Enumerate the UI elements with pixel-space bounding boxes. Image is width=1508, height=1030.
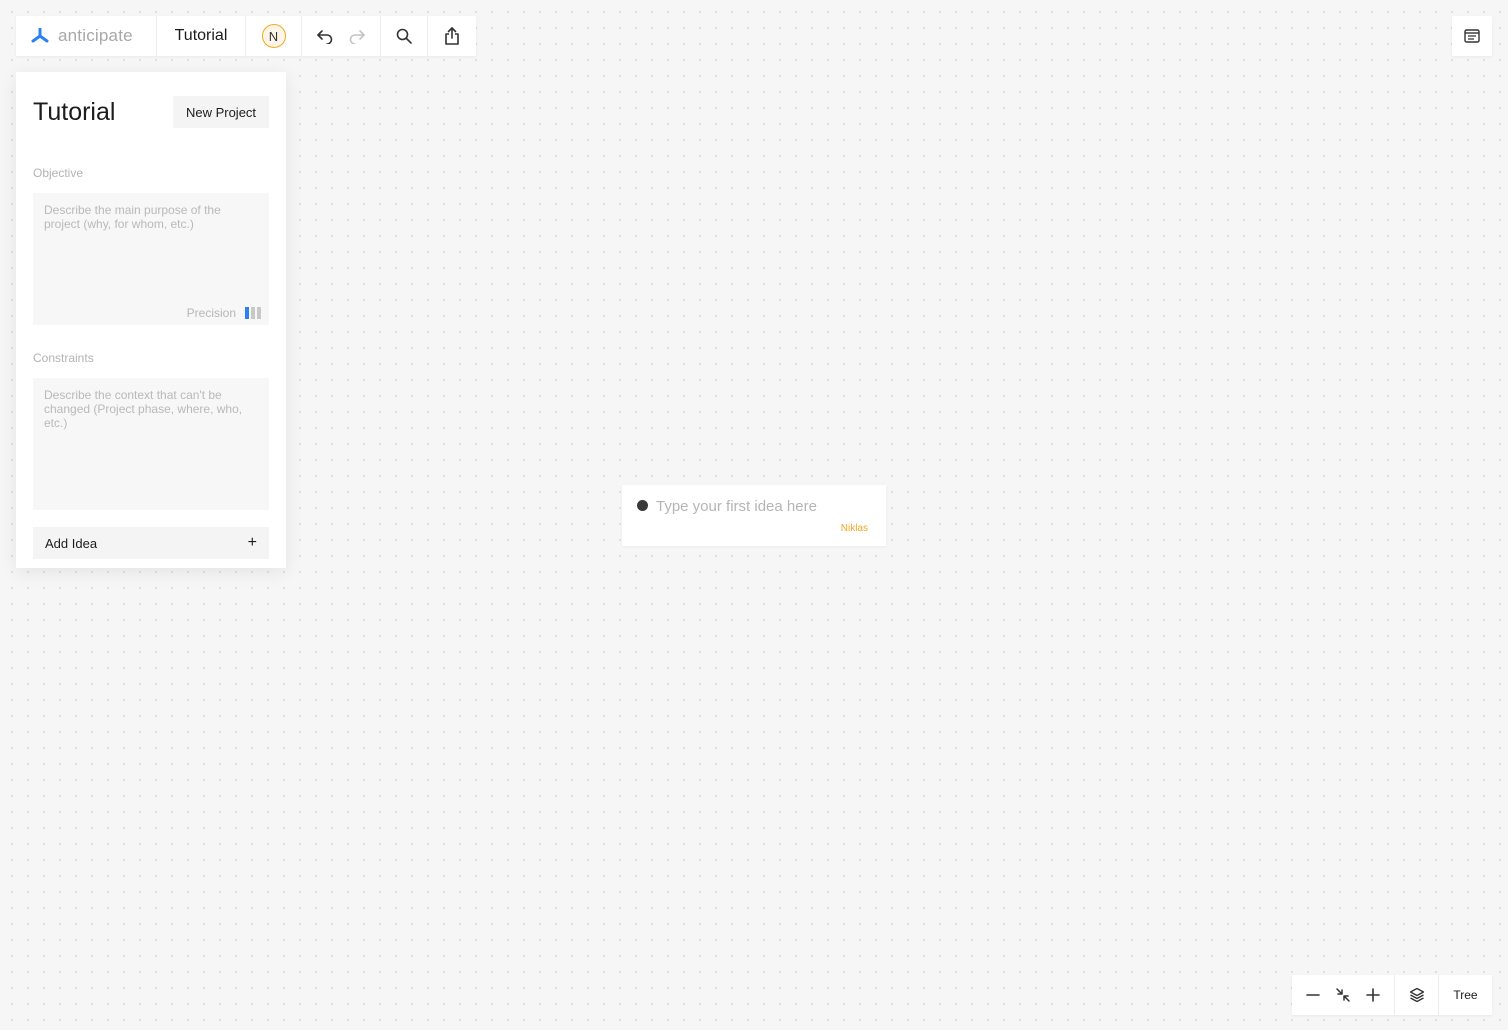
idea-author: Niklas <box>840 523 868 534</box>
precision-indicator[interactable]: Precision <box>187 306 261 320</box>
history-controls <box>302 16 381 56</box>
view-controls: Tree <box>1292 975 1492 1015</box>
layers-button[interactable] <box>1395 975 1439 1015</box>
undo-icon[interactable] <box>316 28 334 44</box>
notes-icon[interactable] <box>1464 29 1480 43</box>
zoom-out-icon[interactable] <box>1305 988 1320 1002</box>
add-idea-label: Add Idea <box>45 535 98 551</box>
view-mode-button[interactable]: Tree <box>1439 975 1492 1015</box>
brand-name: anticipate <box>58 26 133 45</box>
precision-bar <box>251 307 255 319</box>
precision-bar <box>257 307 261 319</box>
panel-header: Tutorial New Project <box>33 96 269 128</box>
layers-icon[interactable] <box>1409 987 1425 1003</box>
canvas[interactable]: anticipate Tutorial N Tutorial New Proje… <box>0 0 1508 1030</box>
share-icon[interactable] <box>444 27 460 45</box>
plus-icon: + <box>247 534 257 551</box>
objective-field[interactable]: Describe the main purpose of the project… <box>33 193 269 325</box>
top-toolbar: anticipate Tutorial N <box>16 16 476 56</box>
panel-title: Tutorial <box>33 97 116 126</box>
collapse-icon[interactable] <box>1335 987 1351 1003</box>
add-idea-button[interactable]: Add Idea + <box>33 527 269 559</box>
avatar-cell[interactable]: N <box>246 16 302 56</box>
project-title[interactable]: Tutorial <box>157 16 246 56</box>
avatar[interactable]: N <box>261 24 286 48</box>
anticipate-logo-icon <box>30 28 50 44</box>
redo-icon[interactable] <box>348 28 366 44</box>
brand[interactable]: anticipate <box>16 16 157 56</box>
constraints-field[interactable]: Describe the context that can't be chang… <box>33 378 269 510</box>
idea-card[interactable]: Type your first idea here Niklas <box>622 485 886 546</box>
objective-label: Objective <box>33 166 84 180</box>
new-project-button[interactable]: New Project <box>173 96 269 128</box>
idea-input[interactable]: Type your first idea here <box>656 498 817 515</box>
constraints-placeholder: Describe the context that can't be chang… <box>44 388 243 430</box>
precision-bars[interactable] <box>245 307 261 319</box>
share-button[interactable] <box>428 16 476 56</box>
precision-label: Precision <box>186 306 236 320</box>
notes-button[interactable] <box>1452 16 1492 56</box>
objective-placeholder: Describe the main purpose of the project… <box>44 203 221 231</box>
constraints-label: Constraints <box>33 351 94 365</box>
search-icon[interactable] <box>396 28 412 44</box>
zoom-controls <box>1292 975 1395 1015</box>
precision-bar <box>245 307 249 319</box>
project-panel: Tutorial New Project Objective Describe … <box>16 72 286 568</box>
search-button[interactable] <box>381 16 428 56</box>
idea-bullet-icon <box>637 500 648 511</box>
zoom-in-icon[interactable] <box>1366 988 1381 1002</box>
